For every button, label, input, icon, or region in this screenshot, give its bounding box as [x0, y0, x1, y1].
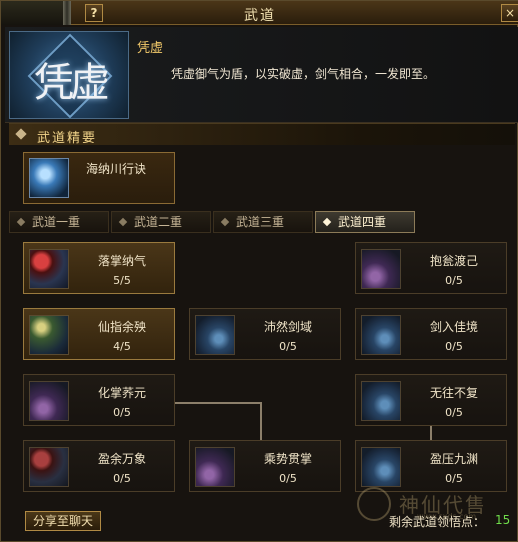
- skill-card-name: 剑入佳境: [429, 320, 478, 334]
- finger-strike-icon: [29, 315, 69, 355]
- window-title: 武道: [244, 8, 276, 24]
- diamond-bullet-icon: [220, 217, 230, 227]
- skill-description: 凭虚御气为盾，以实破虚，剑气相合，一发即至。: [171, 67, 436, 81]
- tab-label: 武道三重: [236, 215, 285, 229]
- tab-label: 武道二重: [134, 215, 183, 229]
- skill-card-progress: 0/5: [445, 340, 463, 353]
- skill-card[interactable]: 抱瓮渡己 0/5: [355, 242, 507, 294]
- core-skill[interactable]: 海纳川行诀: [23, 152, 175, 204]
- blue-abyss-icon: [361, 447, 401, 487]
- skill-name: 凭虚: [137, 41, 164, 56]
- skill-card-progress: 0/5: [445, 274, 463, 287]
- watermark-logo-icon: [357, 487, 391, 521]
- connector-line: [260, 402, 262, 440]
- skill-card-name: 抱瓮渡己: [429, 254, 478, 268]
- skill-card-progress: 0/5: [113, 406, 131, 419]
- skill-card-name: 盈余万象: [97, 452, 146, 466]
- purple-strike-icon: [195, 447, 235, 487]
- red-palm-icon: [29, 249, 69, 289]
- emblem-glyph: 凭虚: [34, 60, 110, 106]
- skill-card-progress: 0/5: [113, 472, 131, 485]
- skill-card-progress: 5/5: [113, 274, 131, 287]
- tab-label: 武道一重: [32, 215, 81, 229]
- skill-card-name: 无往不复: [429, 386, 478, 400]
- skill-card-progress: 0/5: [279, 472, 297, 485]
- sword-icon: [361, 315, 401, 355]
- skill-card-progress: 0/5: [445, 406, 463, 419]
- skill-card-name: 落掌纳气: [97, 254, 146, 268]
- connector-line: [175, 402, 261, 404]
- skill-header: 凭虚 凭虚 凭虚御气为盾，以实破虚，剑气相合，一发即至。: [5, 27, 518, 123]
- skill-card[interactable]: 沛然剑域 0/5: [189, 308, 341, 360]
- skill-card[interactable]: 无往不复 0/5: [355, 374, 507, 426]
- palm-figure-icon: [29, 381, 69, 421]
- purple-figure-icon: [361, 249, 401, 289]
- remaining-points-value: 15: [495, 513, 511, 527]
- skill-card-name: 沛然剑域: [263, 320, 312, 334]
- skill-card[interactable]: 剑入佳境 0/5: [355, 308, 507, 360]
- close-button[interactable]: ×: [501, 4, 518, 22]
- skill-card-progress: 0/5: [279, 340, 297, 353]
- section-title: 武道精要: [37, 131, 98, 146]
- skill-card-progress: 0/5: [445, 472, 463, 485]
- help-button[interactable]: ?: [85, 4, 103, 22]
- diamond-bullet-icon: [16, 217, 26, 227]
- skill-card-name: 仙指余殃: [97, 320, 146, 334]
- diamond-bullet-icon: [118, 217, 128, 227]
- skill-card-name: 化掌荞元: [97, 386, 146, 400]
- skill-card[interactable]: 化掌荞元 0/5: [23, 374, 175, 426]
- section-heading: 武道精要: [9, 123, 515, 146]
- skill-card-progress: 4/5: [113, 340, 131, 353]
- connector-line: [430, 426, 432, 440]
- remaining-points-label: 剩余武道领悟点：: [389, 515, 486, 529]
- skill-emblem-icon: 凭虚: [9, 31, 129, 119]
- tab-tier-3[interactable]: 武道三重: [213, 211, 313, 233]
- skill-card[interactable]: 仙指余殃 4/5: [23, 308, 175, 360]
- diamond-bullet-icon: [322, 217, 332, 227]
- tab-tier-4[interactable]: 武道四重: [315, 211, 415, 233]
- tab-tier-2[interactable]: 武道二重: [111, 211, 211, 233]
- core-skill-name: 海纳川行诀: [86, 162, 147, 176]
- skill-card[interactable]: 落掌纳气 5/5: [23, 242, 175, 294]
- skill-card[interactable]: 盈余万象 0/5: [23, 440, 175, 492]
- lightning-swordsman-icon: [29, 158, 69, 198]
- skill-card-name: 盈压九渊: [429, 452, 478, 466]
- wudao-window: 武道 ? × 凭虚 凭虚 凭虚御气为盾，以实破虚，剑气相合，一发即至。 武道精要…: [0, 0, 518, 542]
- diamond-bullet-icon: [15, 128, 27, 140]
- skill-card[interactable]: 乘势贯掌 0/5: [189, 440, 341, 492]
- share-to-chat-button[interactable]: 分享至聊天: [25, 511, 101, 531]
- blue-swirl-icon: [361, 381, 401, 421]
- tab-label: 武道四重: [338, 215, 387, 229]
- sword-domain-icon: [195, 315, 235, 355]
- tier-tabs: 武道一重 武道二重 武道三重 武道四重: [9, 211, 515, 233]
- skill-card-name: 乘势贯掌: [263, 452, 312, 466]
- tab-tier-1[interactable]: 武道一重: [9, 211, 109, 233]
- red-burst-icon: [29, 447, 69, 487]
